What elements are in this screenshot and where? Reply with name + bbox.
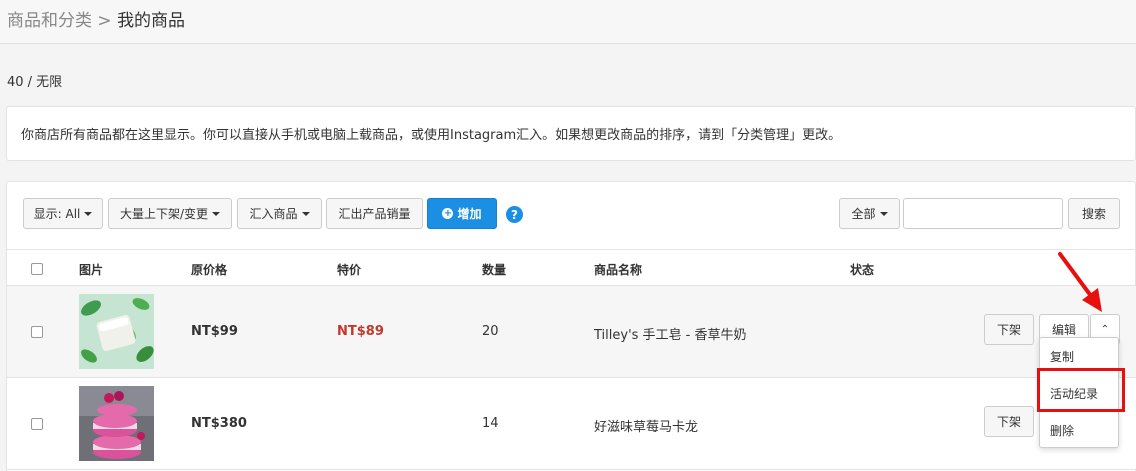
edit-label: 编辑 bbox=[1051, 323, 1076, 337]
breadcrumb: 商品和分类 > 我的商品 bbox=[0, 0, 1136, 44]
unlist-button[interactable]: 下架 bbox=[984, 406, 1034, 437]
caret-up-icon: ⌃ bbox=[1100, 324, 1110, 335]
add-product-label: 增加 bbox=[457, 207, 482, 221]
search-button[interactable]: 搜索 bbox=[1068, 198, 1120, 229]
product-image-macaron[interactable] bbox=[79, 386, 154, 461]
original-price: NT$99 bbox=[191, 324, 238, 339]
breadcrumb-parent[interactable]: 商品和分类 bbox=[7, 11, 92, 31]
product-name[interactable]: 好滋味草莓马卡龙 bbox=[594, 416, 698, 435]
product-image-soap[interactable] bbox=[79, 294, 154, 369]
header-quantity: 数量 bbox=[482, 263, 507, 277]
display-filter-button[interactable]: 显示: All bbox=[23, 198, 103, 229]
scope-select-label: 全部 bbox=[851, 207, 876, 221]
export-sales-label: 汇出产品销量 bbox=[338, 207, 411, 221]
toolbar: 显示: All 大量上下架/变更 汇入商品 汇出产品销量 + 增加 ? 全部 搜索 bbox=[7, 182, 1136, 250]
header-product-name: 商品名称 bbox=[594, 263, 643, 277]
table-row: NT$380 14 好滋味草莓马卡龙 下架 bbox=[7, 378, 1136, 470]
export-sales-button[interactable]: 汇出产品销量 bbox=[326, 198, 423, 229]
table-row: NT$99 NT$89 20 Tilley's 手工皂 - 香草牛奶 下架 编辑… bbox=[7, 286, 1136, 378]
table-header: 图片 原价格 特价 数量 商品名称 状态 bbox=[7, 250, 1136, 286]
menu-item-delete[interactable]: 删除 bbox=[1050, 422, 1074, 439]
select-all-checkbox[interactable] bbox=[31, 263, 43, 275]
search-button-label: 搜索 bbox=[1081, 207, 1106, 221]
caret-down-icon bbox=[879, 211, 888, 216]
info-notice: 你商店所有商品都在这里显示。你可以直接从手机或电脑上载商品，或使用Instagr… bbox=[6, 106, 1136, 161]
highlight-box bbox=[1037, 368, 1125, 412]
search-input[interactable] bbox=[903, 198, 1063, 229]
bulk-action-button[interactable]: 大量上下架/变更 bbox=[108, 198, 232, 229]
original-price: NT$380 bbox=[191, 416, 247, 431]
product-quota: 40 / 无限 bbox=[7, 75, 63, 90]
row-checkbox[interactable] bbox=[31, 418, 43, 430]
breadcrumb-separator: > bbox=[97, 11, 112, 31]
plus-icon: + bbox=[442, 208, 454, 219]
display-filter-label: 显示: All bbox=[33, 207, 81, 221]
unlist-button[interactable]: 下架 bbox=[984, 314, 1034, 345]
scope-select-button[interactable]: 全部 bbox=[839, 198, 900, 229]
header-sale-price: 特价 bbox=[337, 263, 362, 277]
help-icon[interactable]: ? bbox=[506, 206, 523, 223]
import-products-button[interactable]: 汇入商品 bbox=[237, 198, 322, 229]
unlist-label: 下架 bbox=[996, 415, 1021, 429]
import-products-label: 汇入商品 bbox=[249, 207, 298, 221]
menu-item-duplicate[interactable]: 复制 bbox=[1050, 348, 1074, 365]
product-name[interactable]: Tilley's 手工皂 - 香草牛奶 bbox=[594, 324, 747, 343]
header-status: 状态 bbox=[850, 263, 875, 277]
header-price: 原价格 bbox=[191, 263, 228, 277]
quantity: 20 bbox=[482, 324, 499, 339]
products-panel: 显示: All 大量上下架/变更 汇入商品 汇出产品销量 + 增加 ? 全部 搜索… bbox=[6, 181, 1136, 471]
row-checkbox[interactable] bbox=[31, 326, 43, 338]
caret-down-icon bbox=[212, 211, 221, 216]
soap-image bbox=[79, 294, 154, 369]
bulk-action-label: 大量上下架/变更 bbox=[119, 207, 209, 221]
quantity: 14 bbox=[482, 416, 499, 431]
caret-down-icon bbox=[301, 211, 310, 216]
header-image: 图片 bbox=[79, 263, 104, 277]
red-arrow-icon bbox=[1058, 252, 1102, 312]
sale-price: NT$89 bbox=[337, 324, 384, 339]
macaron-image bbox=[79, 386, 154, 461]
add-product-button[interactable]: + 增加 bbox=[427, 198, 497, 229]
unlist-label: 下架 bbox=[996, 323, 1021, 337]
page-title: 我的商品 bbox=[117, 11, 186, 31]
caret-down-icon bbox=[84, 211, 93, 216]
